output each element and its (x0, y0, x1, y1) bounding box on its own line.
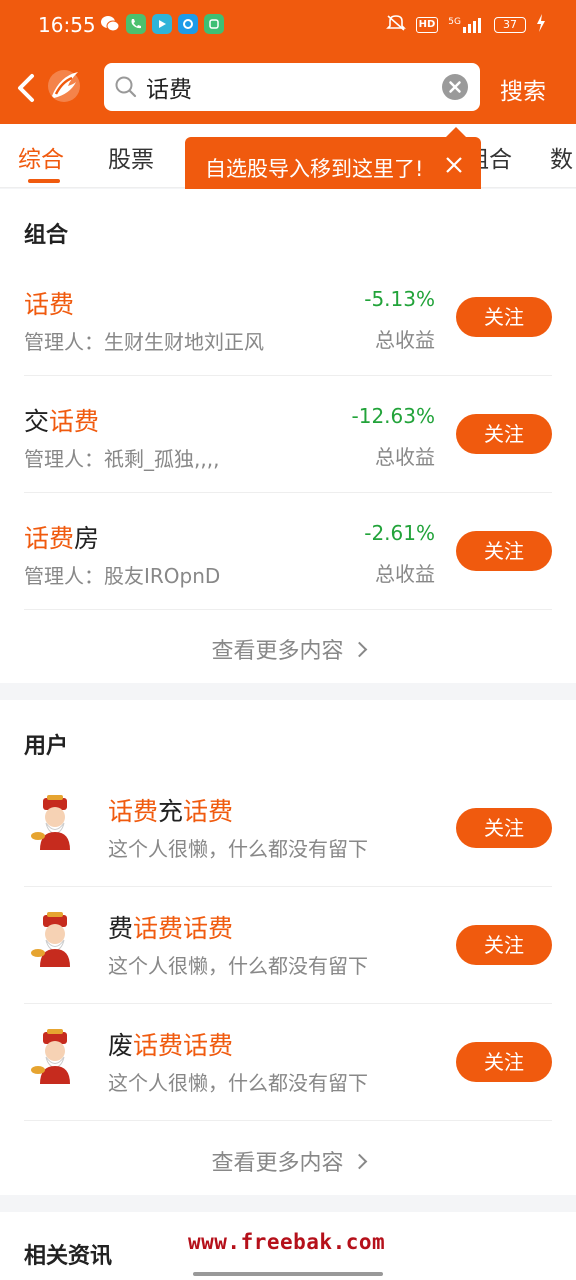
portfolio-return-label: 总收益 (375, 445, 435, 469)
status-time: 16:55 (38, 13, 96, 37)
user-name: 费话费话费 (108, 914, 234, 943)
network-type: 5G (448, 16, 461, 27)
tab-data[interactable]: 数 (550, 140, 573, 174)
search-input[interactable] (146, 70, 426, 104)
follow-button[interactable]: 关注 (456, 297, 552, 337)
follow-button[interactable]: 关注 (456, 531, 552, 571)
search-header: 搜索 (0, 52, 576, 124)
battery-indicator: 37 (494, 16, 526, 33)
search-results-page: 16:55 HD 5G 37 话费 搜索 综合 股票 组合 数 自选股导入移到这… (0, 0, 576, 1280)
portfolio-name: 交话费 (24, 407, 100, 436)
back-arrow-icon (18, 74, 34, 102)
charging-icon (536, 14, 546, 35)
notification-icons (100, 14, 224, 34)
portfolio-manager: 管理人：股友IROpnD (24, 564, 221, 588)
mute-icon (385, 14, 406, 35)
portfolio-name: 话费房 (24, 524, 100, 553)
avatar (24, 909, 86, 971)
tab-general[interactable]: 综合 (18, 140, 64, 174)
portfolio-manager: 管理人：祇剩_孤独,,,, (24, 447, 220, 471)
follow-button[interactable]: 关注 (456, 414, 552, 454)
portfolio-return-label: 总收益 (375, 328, 435, 352)
user-bio: 这个人很懒，什么都没有留下 (108, 1071, 368, 1095)
view-more-label: 查看更多内容 (211, 639, 344, 664)
portfolio-return: -12.63% (351, 404, 435, 428)
view-more-link[interactable]: 查看更多内容 (0, 1145, 576, 1177)
user-row[interactable]: 废话费话费 这个人很懒，什么都没有留下 关注 (24, 1004, 552, 1121)
view-more-label: 查看更多内容 (211, 1151, 344, 1176)
user-name: 废话费话费 (108, 1031, 234, 1060)
avatar (24, 1026, 86, 1088)
user-section: 用户 话费充话费 这个人很懒，什么都没有留下 关注 费话费话费 这个人很懒，什么… (0, 700, 576, 1195)
browser-app-icon (178, 14, 198, 34)
fortune-god-avatar-icon (25, 793, 85, 853)
wechat-icon (100, 14, 120, 34)
video-app-icon (152, 14, 172, 34)
search-icon (114, 75, 138, 99)
portfolio-return-label: 总收益 (375, 562, 435, 586)
gallery-app-icon (204, 14, 224, 34)
view-more-link[interactable]: 查看更多内容 (0, 633, 576, 665)
section-title: 相关资讯 (24, 1244, 113, 1269)
system-status-icons: HD 5G 37 (385, 14, 546, 35)
section-title: 组合 (24, 223, 69, 248)
signal-icon: 5G (448, 17, 484, 33)
portfolio-section: 组合 话费 管理人：生财生财地刘正风 -5.13% 总收益 关注 交话费 管理人… (0, 189, 576, 683)
tooltip-close-button[interactable] (443, 154, 465, 176)
user-row[interactable]: 费话费话费 这个人很懒，什么都没有留下 关注 (24, 887, 552, 1004)
fortune-god-avatar-icon (25, 910, 85, 970)
user-bio: 这个人很懒，什么都没有留下 (108, 837, 368, 861)
close-icon (446, 157, 462, 173)
follow-button[interactable]: 关注 (456, 1042, 552, 1082)
app-logo (44, 66, 84, 106)
portfolio-return: -2.61% (364, 521, 435, 545)
section-title: 用户 (24, 734, 69, 759)
user-row[interactable]: 话费充话费 这个人很懒，什么都没有留下 关注 (24, 770, 552, 887)
follow-button[interactable]: 关注 (456, 808, 552, 848)
user-bio: 这个人很懒，什么都没有留下 (108, 954, 368, 978)
portfolio-name: 话费 (24, 290, 75, 319)
back-button[interactable] (14, 70, 40, 106)
portfolio-row[interactable]: 话费 管理人：生财生财地刘正风 -5.13% 总收益 关注 (24, 259, 552, 376)
home-indicator[interactable] (193, 1272, 383, 1276)
follow-button[interactable]: 关注 (456, 925, 552, 965)
portfolio-row[interactable]: 话费房 管理人：股友IROpnD -2.61% 总收益 关注 (24, 493, 552, 610)
phone-app-icon (126, 14, 146, 34)
avatar (24, 792, 86, 854)
active-tab-indicator (28, 179, 60, 183)
close-icon (449, 81, 461, 93)
status-bar: 16:55 HD 5G 37 (0, 0, 576, 52)
user-name: 话费充话费 (108, 797, 234, 826)
tab-stocks[interactable]: 股票 (108, 140, 154, 174)
clear-search-button[interactable] (442, 74, 468, 100)
portfolio-row[interactable]: 交话费 管理人：祇剩_孤独,,,, -12.63% 总收益 关注 (24, 376, 552, 493)
search-box[interactable] (104, 63, 480, 111)
watermark: www.freebak.com (188, 1230, 386, 1254)
chevron-right-icon (351, 641, 367, 658)
portfolio-manager: 管理人：生财生财地刘正风 (24, 330, 264, 354)
chevron-right-icon (351, 1153, 367, 1170)
search-button[interactable]: 搜索 (500, 72, 546, 106)
portfolio-return: -5.13% (364, 287, 435, 311)
fortune-god-avatar-icon (25, 1027, 85, 1087)
hd-badge: HD (415, 16, 439, 33)
tooltip-text: 自选股导入移到这里了! (205, 157, 424, 181)
